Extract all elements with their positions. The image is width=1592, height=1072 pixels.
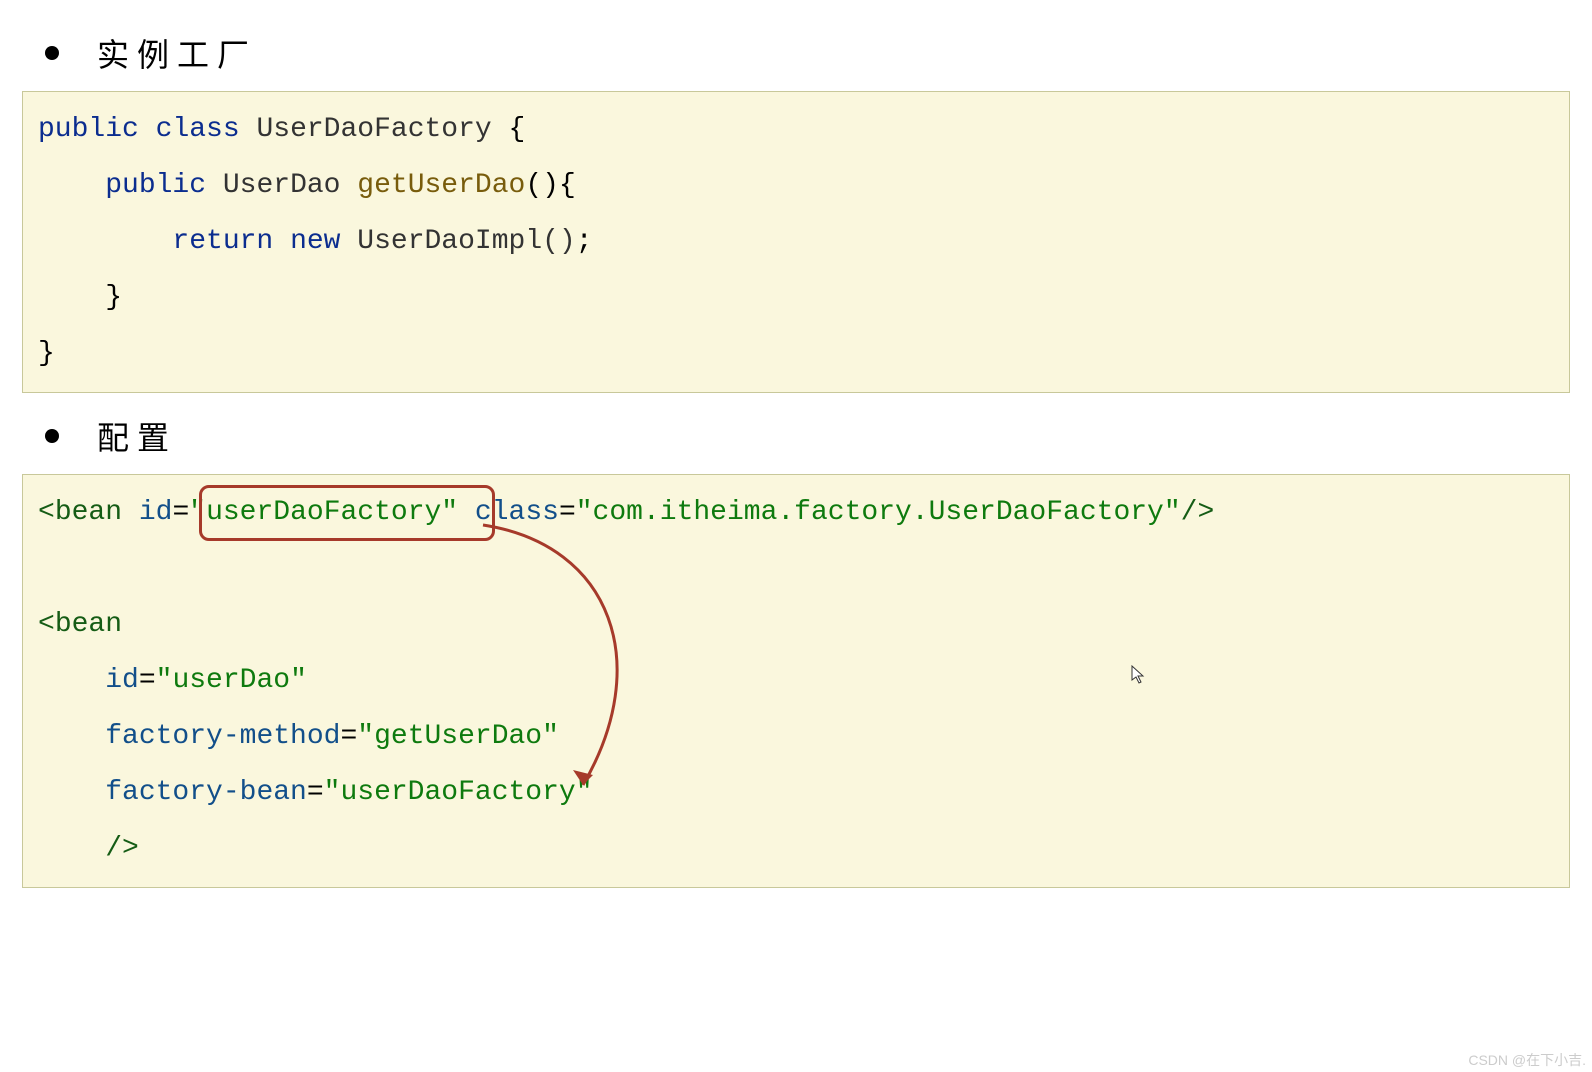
xml-bean: bean	[55, 497, 122, 528]
keyword-class: class	[156, 114, 240, 145]
xml-code: <bean id="userDaoFactory" class="com.ith…	[38, 485, 1554, 877]
section-header-config: 配置	[45, 413, 1572, 459]
bullet-icon	[45, 46, 59, 60]
keyword-new: new	[290, 226, 340, 257]
code-block-xml: <bean id="userDaoFactory" class="com.ith…	[22, 474, 1570, 888]
keyword-public: public	[105, 170, 206, 201]
keyword-return: return	[172, 226, 273, 257]
brace-close: }	[38, 338, 55, 369]
val-class: "com.itheima.factory.UserDaoFactory"	[576, 497, 1181, 528]
return-type: UserDao	[223, 170, 341, 201]
code-block-java: public class UserDaoFactory { public Use…	[22, 91, 1570, 393]
section-title-factory: 实例工厂	[97, 30, 257, 76]
eq: =	[172, 497, 189, 528]
bullet-icon	[45, 429, 59, 443]
eq: =	[307, 777, 324, 808]
java-code: public class UserDaoFactory { public Use…	[38, 102, 1554, 382]
eq: =	[340, 721, 357, 752]
keyword-public: public	[38, 114, 139, 145]
xml-lt: <	[38, 497, 55, 528]
impl-call: UserDaoImpl()	[357, 226, 575, 257]
val-fb: "userDaoFactory"	[324, 777, 593, 808]
attr-factory-method: factory-method	[105, 721, 340, 752]
xml-close: />	[1181, 497, 1215, 528]
xml-close: />	[105, 833, 139, 864]
semicolon: ;	[576, 226, 593, 257]
class-name: UserDaoFactory	[256, 114, 491, 145]
parens: ()	[525, 170, 559, 201]
brace-open: {	[559, 170, 576, 201]
attr-factory-bean: factory-bean	[105, 777, 307, 808]
val-id: "userDao"	[156, 665, 307, 696]
eq: =	[139, 665, 156, 696]
eq: =	[559, 497, 576, 528]
attr-id: id	[139, 497, 173, 528]
attr-id: id	[105, 665, 139, 696]
watermark: CSDN @在下小吉.	[1468, 1050, 1586, 1070]
val-fm: "getUserDao"	[357, 721, 559, 752]
brace-close: }	[105, 282, 122, 313]
xml-lt: <	[38, 609, 55, 640]
section-title-config: 配置	[97, 413, 177, 459]
method-name: getUserDao	[357, 170, 525, 201]
brace-open: {	[509, 114, 526, 145]
section-header-factory: 实例工厂	[45, 30, 1572, 76]
xml-bean: bean	[55, 609, 122, 640]
highlight-box	[199, 485, 495, 541]
